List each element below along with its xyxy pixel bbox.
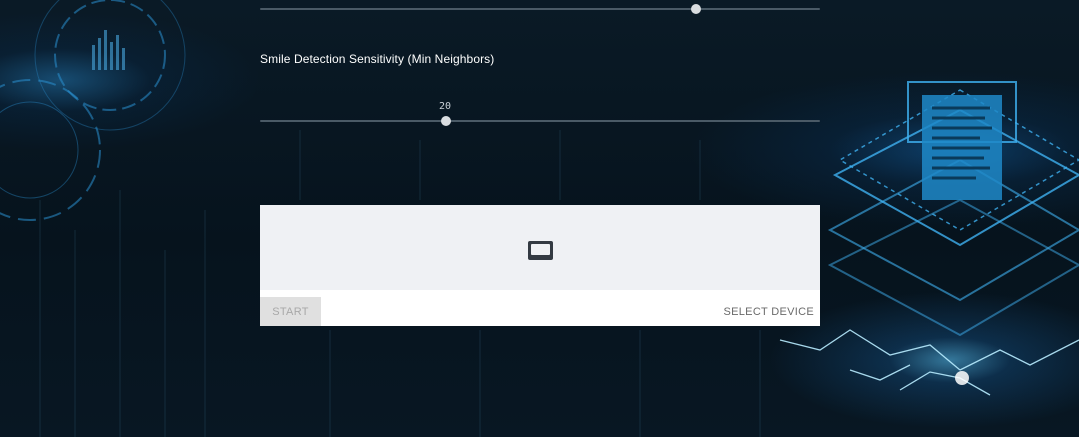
smile-sensitivity-value: 20 [439,101,452,112]
webcam-panel: START SELECT DEVICE [260,205,820,326]
slider-thumb-top[interactable] [691,4,701,14]
smile-sensitivity-thumb[interactable] [441,116,451,126]
smile-sensitivity-label: Smile Detection Sensitivity (Min Neighbo… [260,52,495,66]
webcam-preview [260,205,820,290]
smile-sensitivity-track[interactable] [260,120,820,122]
slider-track-top[interactable] [260,8,820,10]
select-device-button[interactable]: SELECT DEVICE [723,297,814,326]
webcam-preview-icon [528,241,553,260]
start-button[interactable]: START [260,297,321,326]
